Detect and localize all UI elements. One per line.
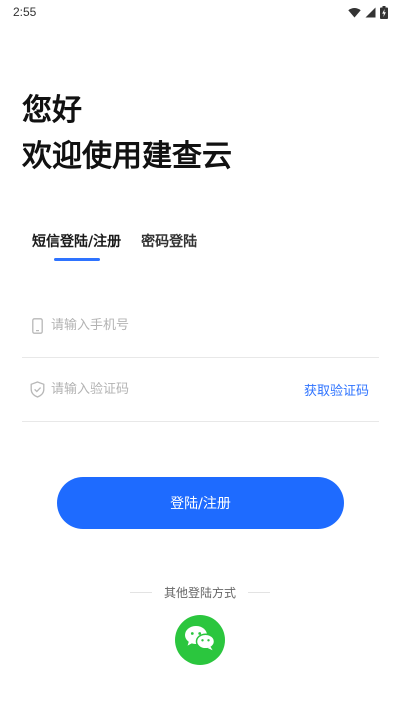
login-register-button[interactable]: 登陆/注册 — [57, 477, 344, 529]
tab-password-login[interactable]: 密码登陆 — [141, 232, 197, 252]
login-screen: 2:55 您好 欢迎使用建查云 短信登陆/注册 密码登陆 请输入手机号 请输入验… — [0, 0, 400, 711]
signal-icon — [365, 7, 376, 18]
other-login-label: 其他登陆方式 — [163, 586, 236, 600]
phone-input[interactable] — [51, 318, 379, 333]
divider-right — [248, 592, 270, 593]
login-tabs: 短信登陆/注册 密码登陆 — [32, 232, 197, 261]
greeting-welcome: 欢迎使用建查云 — [22, 139, 232, 174]
active-tab-indicator — [54, 258, 100, 261]
verification-code-input[interactable] — [51, 382, 304, 397]
status-icons — [348, 5, 388, 19]
phone-icon — [28, 317, 46, 334]
wechat-icon — [184, 624, 216, 656]
divider-left — [129, 592, 152, 593]
tab-sms-login[interactable]: 短信登陆/注册 — [32, 232, 121, 252]
greeting-hello: 您好 — [22, 93, 82, 128]
get-code-button[interactable]: 获取验证码 — [304, 380, 369, 399]
wifi-icon — [348, 7, 361, 18]
shield-check-icon — [28, 381, 46, 398]
other-login-divider: 其他登陆方式 — [0, 584, 400, 601]
greeting: 您好 欢迎使用建查云 — [22, 88, 232, 180]
wechat-login-button[interactable] — [175, 615, 225, 665]
battery-charging-icon — [380, 5, 388, 19]
verification-code-field: 获取验证码 — [22, 358, 379, 422]
status-bar: 2:55 — [0, 0, 400, 24]
phone-field — [22, 294, 379, 358]
status-time: 2:55 — [13, 5, 37, 19]
